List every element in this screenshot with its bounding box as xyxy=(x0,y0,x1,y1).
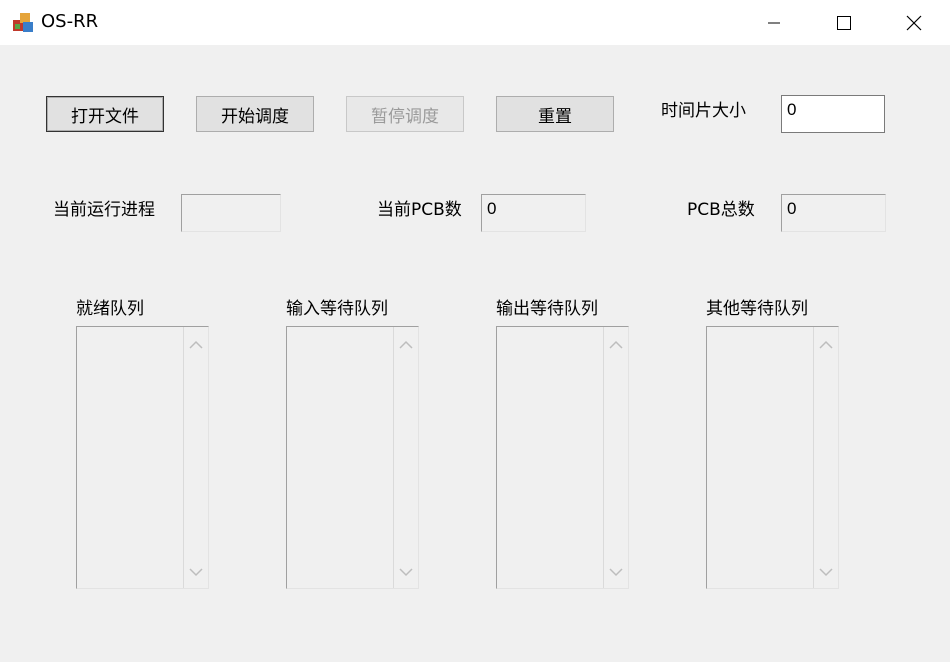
current-process-label: 当前运行进程 xyxy=(53,200,155,220)
chevron-down-icon[interactable] xyxy=(819,568,833,578)
other-wait-queue-label: 其他等待队列 xyxy=(706,299,808,319)
ready-queue-label: 就绪队列 xyxy=(76,299,144,319)
app-icon xyxy=(13,13,33,32)
chevron-up-icon[interactable] xyxy=(609,339,623,349)
output-wait-queue-list[interactable] xyxy=(496,326,629,589)
pause-schedule-button[interactable]: 暂停调度 xyxy=(346,96,464,132)
chevron-down-icon[interactable] xyxy=(609,568,623,578)
minimize-button[interactable] xyxy=(739,0,809,45)
reset-button[interactable]: 重置 xyxy=(496,96,614,132)
current-process-field xyxy=(181,194,281,232)
scrollbar[interactable] xyxy=(393,327,418,588)
scrollbar[interactable] xyxy=(813,327,838,588)
chevron-up-icon[interactable] xyxy=(189,339,203,349)
current-pcb-label: 当前PCB数 xyxy=(377,200,462,220)
chevron-up-icon[interactable] xyxy=(399,339,413,349)
scrollbar[interactable] xyxy=(183,327,208,588)
close-icon xyxy=(906,15,922,30)
input-wait-queue-label: 输入等待队列 xyxy=(286,299,388,319)
chevron-down-icon[interactable] xyxy=(189,568,203,578)
close-button[interactable] xyxy=(879,0,949,45)
minimize-icon xyxy=(768,22,780,23)
chevron-down-icon[interactable] xyxy=(399,568,413,578)
scrollbar[interactable] xyxy=(603,327,628,588)
maximize-icon xyxy=(837,15,851,30)
input-wait-queue-list[interactable] xyxy=(286,326,419,589)
ready-queue-list[interactable] xyxy=(76,326,209,589)
output-wait-queue-label: 输出等待队列 xyxy=(496,299,598,319)
start-schedule-button[interactable]: 开始调度 xyxy=(196,96,314,132)
chevron-up-icon[interactable] xyxy=(819,339,833,349)
window-title: OS-RR xyxy=(41,11,99,32)
total-pcb-label: PCB总数 xyxy=(687,200,755,220)
time-slice-label: 时间片大小 xyxy=(661,101,746,121)
open-file-button[interactable]: 打开文件 xyxy=(46,96,164,132)
time-slice-input[interactable]: 0 xyxy=(781,95,885,133)
other-wait-queue-list[interactable] xyxy=(706,326,839,589)
total-pcb-field: 0 xyxy=(781,194,886,232)
current-pcb-field: 0 xyxy=(481,194,586,232)
maximize-button[interactable] xyxy=(809,0,879,45)
title-bar: OS-RR xyxy=(0,0,950,45)
